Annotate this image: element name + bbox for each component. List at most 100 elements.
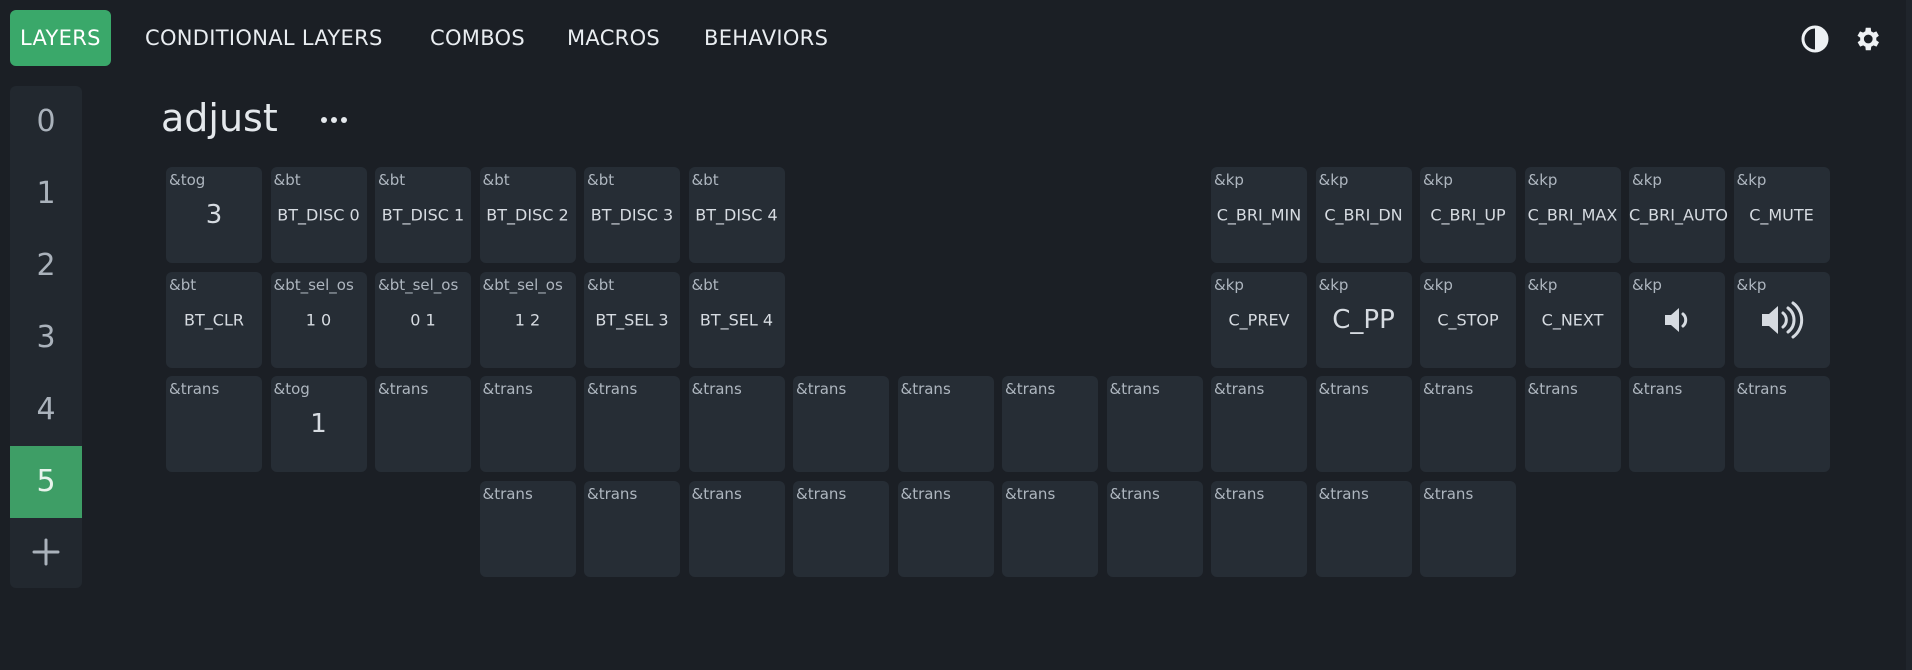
key-r3-11[interactable]: &trans bbox=[1315, 481, 1412, 577]
key-r3-10[interactable]: &trans bbox=[1211, 481, 1307, 577]
add-layer-button[interactable] bbox=[10, 516, 82, 588]
layer-item-0[interactable]: 0 bbox=[10, 86, 82, 158]
key-behavior-label: &kp bbox=[1632, 276, 1662, 294]
key-r2-11[interactable]: &trans bbox=[1315, 376, 1412, 472]
key-r2-10[interactable]: &trans bbox=[1211, 376, 1307, 472]
key-r0-3[interactable]: &bt BT_DISC 2 bbox=[479, 167, 576, 263]
key-r2-1[interactable]: &tog 1 bbox=[270, 376, 367, 472]
key-behavior-label: &trans bbox=[900, 380, 951, 398]
key-behavior-label: &bt bbox=[691, 171, 719, 189]
gear-icon[interactable] bbox=[1852, 24, 1882, 54]
layer-item-1[interactable]: 1 bbox=[10, 158, 82, 230]
key-r2-4[interactable]: &trans bbox=[584, 376, 680, 472]
key-r2-8[interactable]: &trans bbox=[1002, 376, 1098, 472]
key-r0-10[interactable]: &kp C_BRI_MIN bbox=[1211, 167, 1307, 263]
key-behavior-label: &trans bbox=[482, 485, 533, 503]
layer-item-3[interactable]: 3 bbox=[10, 302, 82, 374]
contrast-icon[interactable] bbox=[1800, 24, 1830, 54]
key-r2-7[interactable]: &trans bbox=[897, 376, 994, 472]
key-r0-15[interactable]: &kp C_MUTE bbox=[1733, 167, 1830, 263]
key-r2-14[interactable]: &trans bbox=[1629, 376, 1725, 472]
tab-macros[interactable]: MACROS bbox=[567, 10, 660, 66]
key-r1-13[interactable]: &kp C_NEXT bbox=[1524, 272, 1621, 368]
key-r0-12[interactable]: &kp C_BRI_UP bbox=[1420, 167, 1516, 263]
layer-item-5[interactable]: 5 bbox=[10, 446, 82, 518]
key-param-label: C_PP bbox=[1332, 305, 1395, 335]
tab-conditional-layers[interactable]: CONDITIONAL LAYERS bbox=[145, 10, 383, 66]
key-r2-9[interactable]: &trans bbox=[1106, 376, 1203, 472]
key-r3-3[interactable]: &trans bbox=[479, 481, 576, 577]
key-r1-5[interactable]: &bt BT_SEL 4 bbox=[688, 272, 785, 368]
key-r3-8[interactable]: &trans bbox=[1002, 481, 1098, 577]
key-r1-2[interactable]: &bt_sel_os 0 1 bbox=[375, 272, 471, 368]
key-r2-5[interactable]: &trans bbox=[688, 376, 785, 472]
key-r1-10[interactable]: &kp C_PREV bbox=[1211, 272, 1307, 368]
key-behavior-label: &trans bbox=[1214, 380, 1265, 398]
key-behavior-label: &tog bbox=[169, 171, 206, 189]
key-param-label: C_MUTE bbox=[1749, 205, 1814, 225]
tab-combos[interactable]: COMBOS bbox=[430, 10, 525, 66]
key-r3-5[interactable]: &trans bbox=[688, 481, 785, 577]
key-r0-0[interactable]: &tog 3 bbox=[166, 167, 262, 263]
key-r2-12[interactable]: &trans bbox=[1420, 376, 1516, 472]
key-r2-0[interactable]: &trans bbox=[166, 376, 262, 472]
key-r0-13[interactable]: &kp C_BRI_MAX bbox=[1524, 167, 1621, 263]
volume-down-icon bbox=[1629, 302, 1725, 342]
key-behavior-label: &trans bbox=[1318, 380, 1369, 398]
key-r0-1[interactable]: &bt BT_DISC 0 bbox=[270, 167, 367, 263]
key-r3-12[interactable]: &trans bbox=[1420, 481, 1516, 577]
key-param-label: C_BRI_MAX bbox=[1527, 205, 1618, 225]
scrollbar[interactable] bbox=[1906, 0, 1912, 670]
key-param-label: 3 bbox=[205, 200, 223, 230]
layer-sidebar: 0 1 2 3 4 5 bbox=[10, 86, 82, 588]
tab-layers[interactable]: LAYERS bbox=[10, 10, 111, 66]
key-behavior-label: &bt_sel_os bbox=[273, 276, 354, 294]
key-r1-14[interactable]: &kp bbox=[1629, 272, 1725, 368]
key-param-label: 1 bbox=[310, 409, 327, 439]
key-r1-3[interactable]: &bt_sel_os 1 2 bbox=[479, 272, 576, 368]
key-r3-7[interactable]: &trans bbox=[897, 481, 994, 577]
key-param-label: C_NEXT bbox=[1541, 310, 1604, 330]
key-behavior-label: &bt_sel_os bbox=[378, 276, 459, 294]
key-r2-2[interactable]: &trans bbox=[375, 376, 471, 472]
key-behavior-label: &trans bbox=[691, 485, 742, 503]
key-param-label: BT_DISC 3 bbox=[590, 205, 674, 225]
key-r0-5[interactable]: &bt BT_DISC 4 bbox=[688, 167, 785, 263]
key-r1-15[interactable]: &kp bbox=[1733, 272, 1830, 368]
key-r1-12[interactable]: &kp C_STOP bbox=[1420, 272, 1516, 368]
layer-item-2[interactable]: 2 bbox=[10, 230, 82, 302]
key-behavior-label: &kp bbox=[1423, 171, 1453, 189]
key-behavior-label: &kp bbox=[1214, 276, 1244, 294]
key-behavior-label: &trans bbox=[1527, 380, 1578, 398]
key-r0-11[interactable]: &kp C_BRI_DN bbox=[1315, 167, 1412, 263]
key-r1-0[interactable]: &bt BT_CLR bbox=[166, 272, 262, 368]
key-r2-13[interactable]: &trans bbox=[1524, 376, 1621, 472]
key-behavior-label: &trans bbox=[378, 380, 429, 398]
key-r1-4[interactable]: &bt BT_SEL 3 bbox=[584, 272, 680, 368]
key-param-label: BT_DISC 4 bbox=[695, 205, 778, 225]
key-r0-14[interactable]: &kp C_BRI_AUTO bbox=[1629, 167, 1728, 263]
key-param-label: 1 0 bbox=[305, 310, 332, 330]
key-behavior-label: &bt bbox=[378, 171, 406, 189]
key-r3-4[interactable]: &trans bbox=[584, 481, 680, 577]
key-behavior-label: &trans bbox=[1005, 380, 1056, 398]
key-behavior-label: &trans bbox=[691, 380, 742, 398]
key-r2-6[interactable]: &trans bbox=[793, 376, 889, 472]
key-param-label: 1 2 bbox=[514, 310, 541, 330]
key-param-label: C_BRI_MIN bbox=[1216, 205, 1302, 225]
layer-item-4[interactable]: 4 bbox=[10, 374, 82, 446]
tab-behaviors[interactable]: BEHAVIORS bbox=[704, 10, 828, 66]
key-r1-1[interactable]: &bt_sel_os 1 0 bbox=[270, 272, 367, 368]
key-behavior-label: &trans bbox=[1318, 485, 1369, 503]
key-r3-9[interactable]: &trans bbox=[1106, 481, 1203, 577]
key-r3-6[interactable]: &trans bbox=[793, 481, 889, 577]
key-r0-4[interactable]: &bt BT_DISC 3 bbox=[584, 167, 680, 263]
key-r2-15[interactable]: &trans bbox=[1733, 376, 1830, 472]
more-horizontal-icon[interactable] bbox=[318, 108, 350, 132]
key-r2-3[interactable]: &trans bbox=[479, 376, 576, 472]
key-r1-11[interactable]: &kp C_PP bbox=[1315, 272, 1412, 368]
key-r0-2[interactable]: &bt BT_DISC 1 bbox=[375, 167, 471, 263]
key-param-label: BT_DISC 1 bbox=[381, 205, 465, 225]
key-behavior-label: &kp bbox=[1736, 171, 1767, 189]
key-behavior-label: &bt bbox=[273, 171, 301, 189]
